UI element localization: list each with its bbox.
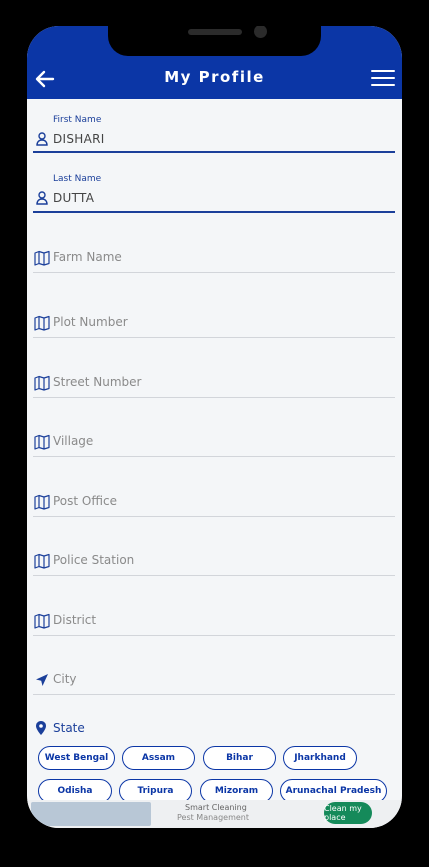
city-underline bbox=[33, 694, 395, 695]
last-name-value: DUTTA bbox=[53, 191, 95, 205]
first-name-value: DISHARI bbox=[53, 132, 105, 146]
map-icon bbox=[34, 250, 50, 266]
page-title: My Profile bbox=[164, 68, 265, 86]
farm-name-underline bbox=[33, 272, 395, 273]
plot-number-placeholder: Plot Number bbox=[53, 315, 128, 329]
ad-line-1: Smart Cleaning bbox=[185, 803, 247, 812]
hamburger-menu-icon[interactable] bbox=[370, 66, 396, 90]
map-icon bbox=[34, 315, 50, 331]
first-name-underline bbox=[33, 151, 395, 153]
city-placeholder: City bbox=[53, 672, 77, 686]
post-office-field[interactable]: Post Office bbox=[33, 494, 395, 518]
district-field[interactable]: District bbox=[33, 613, 395, 637]
map-icon bbox=[34, 613, 50, 629]
farm-name-placeholder: Farm Name bbox=[53, 250, 122, 264]
ad-banner[interactable]: Smart Cleaning Pest Management Clean my … bbox=[27, 800, 402, 828]
user-icon bbox=[36, 132, 48, 146]
village-field[interactable]: Village bbox=[33, 434, 395, 458]
last-name-field[interactable]: Last Name DUTTA bbox=[33, 174, 395, 214]
post-office-placeholder: Post Office bbox=[53, 494, 117, 508]
state-chip-jharkhand[interactable]: Jharkhand bbox=[283, 746, 357, 770]
police-station-underline bbox=[33, 575, 395, 576]
map-icon bbox=[34, 434, 50, 450]
phone-screen: My Profile First Name DISHARI Last Name … bbox=[27, 26, 402, 828]
post-office-underline bbox=[33, 516, 395, 517]
profile-form: First Name DISHARI Last Name DUTTA Farm … bbox=[27, 99, 402, 828]
first-name-field[interactable]: First Name DISHARI bbox=[33, 115, 395, 153]
navigation-arrow-icon bbox=[36, 674, 48, 686]
location-pin-icon bbox=[36, 721, 46, 735]
street-number-underline bbox=[33, 397, 395, 398]
street-number-placeholder: Street Number bbox=[53, 375, 142, 389]
plot-number-underline bbox=[33, 337, 395, 338]
last-name-underline bbox=[33, 211, 395, 213]
police-station-placeholder: Police Station bbox=[53, 553, 135, 567]
street-number-field[interactable]: Street Number bbox=[33, 375, 395, 399]
ad-line-2: Pest Management bbox=[177, 813, 250, 822]
speaker-grille bbox=[188, 29, 242, 35]
plot-number-field[interactable]: Plot Number bbox=[33, 315, 395, 339]
state-chip-bihar[interactable]: Bihar bbox=[203, 746, 276, 770]
village-placeholder: Village bbox=[53, 434, 94, 448]
state-label: State bbox=[53, 721, 85, 735]
camera-dot bbox=[254, 26, 267, 38]
ad-brand-logo: Clean my place bbox=[324, 802, 372, 824]
map-icon bbox=[34, 375, 50, 391]
district-placeholder: District bbox=[53, 613, 97, 627]
state-chip-assam[interactable]: Assam bbox=[122, 746, 195, 770]
ad-image bbox=[31, 802, 151, 826]
police-station-field[interactable]: Police Station bbox=[33, 553, 395, 577]
first-name-label: First Name bbox=[53, 115, 102, 125]
user-icon bbox=[36, 191, 48, 205]
city-field[interactable]: City bbox=[33, 672, 395, 696]
map-icon bbox=[34, 553, 50, 569]
village-underline bbox=[33, 456, 395, 457]
state-chip-west-bengal[interactable]: West Bengal bbox=[38, 746, 115, 770]
map-icon bbox=[34, 494, 50, 510]
farm-name-field[interactable]: Farm Name bbox=[33, 250, 395, 274]
device-notch bbox=[108, 26, 321, 56]
last-name-label: Last Name bbox=[53, 174, 102, 184]
district-underline bbox=[33, 635, 395, 636]
